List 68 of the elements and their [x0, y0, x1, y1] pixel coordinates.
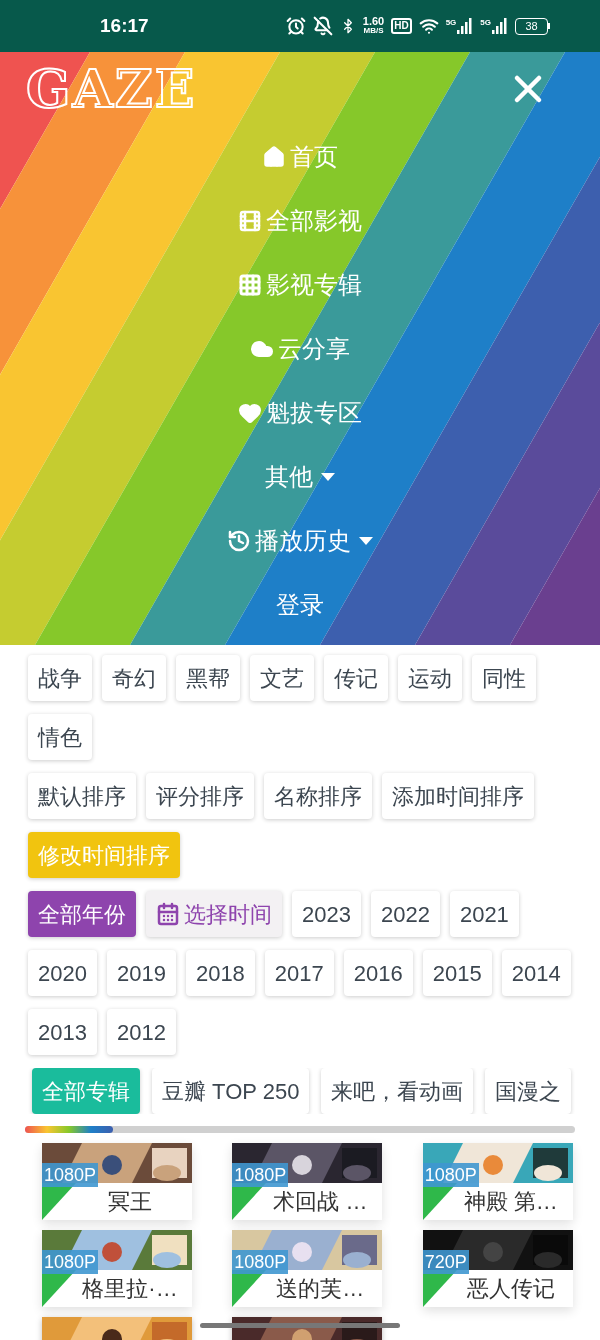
quality-badge: 1080P: [422, 1163, 479, 1187]
network-label: 5G: [480, 18, 491, 27]
battery-icon: 38: [515, 17, 550, 35]
filter-tag[interactable]: 2012: [106, 1009, 176, 1055]
movie-title: 术回战 …: [273, 1188, 368, 1216]
filter-tag[interactable]: 文艺: [250, 655, 314, 701]
filter-tag[interactable]: 豆瓣 TOP 250: [152, 1068, 310, 1114]
quality-badge: 1080P: [42, 1250, 99, 1274]
bell-off-icon: [312, 16, 333, 36]
filter-tag[interactable]: 情色: [28, 714, 92, 760]
grid-icon: [238, 273, 262, 297]
movie-card[interactable]: 1080P 冥王: [42, 1143, 192, 1220]
movie-card[interactable]: 720P 恶人传记: [422, 1230, 573, 1307]
speed-value: 1.60: [362, 16, 385, 26]
filter-tag[interactable]: 2023: [292, 891, 361, 937]
filter-tag[interactable]: 传记: [324, 655, 388, 701]
film-icon: [238, 209, 262, 233]
filter-tag[interactable]: 默认排序: [28, 773, 136, 819]
movie-card[interactable]: 1080P 术回战 …: [232, 1143, 383, 1220]
quality-badge: 1080P: [42, 1163, 99, 1187]
filter-tag[interactable]: 2020: [28, 950, 97, 996]
filter-tag[interactable]: 添加时间排序: [382, 773, 534, 819]
movie-title: 冥王: [108, 1188, 152, 1216]
movie-title: 恶人传记: [466, 1275, 555, 1303]
filter-tag[interactable]: 黑帮: [176, 655, 240, 701]
caret-icon: [321, 473, 335, 481]
filter-tag[interactable]: 2018: [185, 950, 255, 996]
filter-tag[interactable]: 2015: [422, 950, 492, 996]
filter-tag[interactable]: 来吧，看动画: [321, 1068, 474, 1114]
filter-tag[interactable]: 2019: [106, 950, 176, 996]
filter-tag[interactable]: 2017: [264, 950, 334, 996]
movie-title: 送的芙…: [276, 1275, 365, 1303]
movie-card[interactable]: 1080P 神殿 第…: [422, 1143, 573, 1220]
menu-item[interactable]: 登录: [276, 587, 324, 623]
movie-title: 格里拉·…: [82, 1275, 178, 1303]
filter-tag[interactable]: 2022: [370, 891, 440, 937]
filter-tag[interactable]: 同性: [472, 655, 536, 701]
filter-tag[interactable]: 2021: [449, 891, 519, 937]
filter-tag[interactable]: 运动: [398, 655, 462, 701]
signal-icon: [457, 18, 474, 34]
calendar-icon: [156, 902, 180, 926]
filter-tag[interactable]: 国漫之: [485, 1068, 572, 1114]
quality-badge: 1080P: [232, 1250, 289, 1274]
heart-icon: [238, 401, 262, 425]
alarm-icon: [285, 16, 306, 36]
date-picker-button[interactable]: 选择时间: [146, 891, 282, 937]
filter-tag[interactable]: 全部年份: [28, 891, 136, 937]
quality-badge: 720P: [422, 1250, 469, 1274]
menu-item[interactable]: 播放历史: [227, 523, 373, 559]
hd-indicator: HD: [391, 18, 412, 34]
filter-tag[interactable]: 名称排序: [264, 773, 372, 819]
movie-card[interactable]: 1080P 格里拉·…: [42, 1230, 192, 1307]
filter-tag[interactable]: 2014: [501, 950, 571, 996]
speed-unit: MB/S: [363, 26, 384, 36]
filter-tag[interactable]: 2013: [28, 1009, 97, 1055]
network-label: 5G: [445, 18, 457, 27]
filter-tag[interactable]: 评分排序: [146, 773, 254, 819]
filter-tag[interactable]: 战争: [28, 655, 92, 701]
signal-icon: [492, 18, 508, 34]
movie-title: 神殿 第…: [463, 1188, 558, 1216]
wifi-icon: [418, 16, 439, 36]
quality-badge: 1080P: [232, 1163, 289, 1187]
filter-tag[interactable]: 2016: [343, 950, 413, 996]
clock-time: 16:17: [100, 13, 149, 38]
caret-icon: [359, 537, 373, 545]
history-icon: [227, 529, 251, 553]
filter-tag[interactable]: 奇幻: [102, 655, 166, 701]
movie-card[interactable]: 1080P 送的芙…: [232, 1230, 383, 1307]
